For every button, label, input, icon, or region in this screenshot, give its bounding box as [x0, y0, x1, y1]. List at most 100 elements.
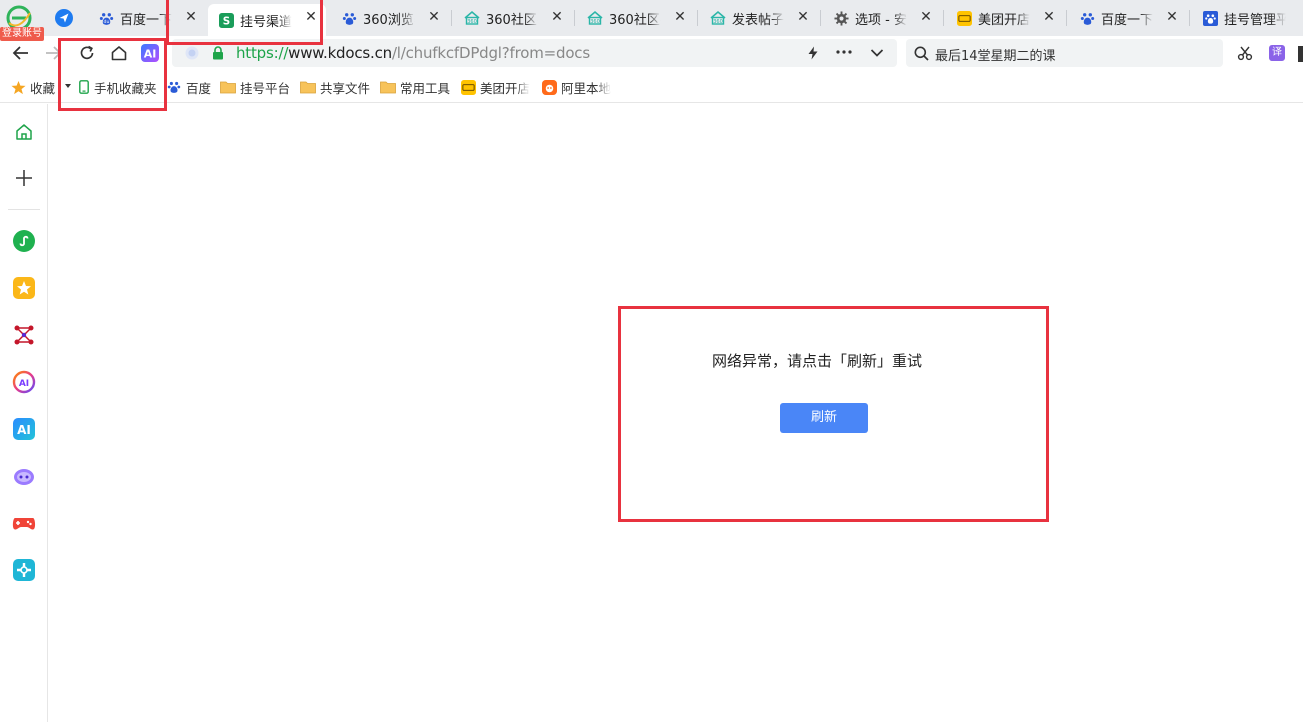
sidebar: AI AI	[0, 104, 48, 722]
tab-label: 发表帖子 -	[732, 12, 784, 28]
robot-icon	[14, 469, 34, 485]
baidu-paw-icon	[341, 10, 357, 26]
alibaba-icon	[541, 79, 557, 95]
sidebar-favorites[interactable]	[12, 276, 36, 300]
tab-360-community[interactable]: 360 360社区-3 ✕	[454, 4, 572, 32]
sidebar-tools[interactable]	[12, 558, 36, 582]
sidebar-add-button[interactable]	[12, 166, 36, 190]
360-community-icon: 360	[464, 10, 480, 26]
tab-label: 360社区-3	[609, 12, 661, 28]
arrow-left-icon	[12, 46, 28, 60]
bookmark-favorites[interactable]: 收藏	[10, 78, 55, 96]
close-icon[interactable]: ✕	[304, 10, 318, 24]
tab-360-browser[interactable]: 360浏览器 ✕	[331, 4, 449, 32]
tab-baidu[interactable]: du 百度一下 ✕	[88, 4, 206, 32]
sidebar-home-button[interactable]	[12, 120, 36, 144]
tab-separator	[451, 10, 452, 26]
tab-registration-admin[interactable]: 挂号管理平	[1192, 4, 1303, 32]
close-icon[interactable]: ✕	[673, 10, 687, 24]
site-globe-icon	[185, 46, 199, 60]
screenshot-button[interactable]	[1234, 42, 1256, 64]
home-icon	[111, 46, 127, 61]
lightning-icon[interactable]	[806, 46, 820, 60]
search-icon	[914, 46, 929, 61]
tab-label: 美团开店宝	[978, 12, 1030, 28]
url-path: /l/chufkcfDPdgl?from=docs	[391, 44, 590, 62]
tab-label: 挂号渠道账	[240, 14, 292, 30]
bookmark-folder-tools[interactable]: 常用工具	[380, 78, 450, 96]
svg-text:du: du	[103, 19, 109, 25]
sidebar-ai-chat[interactable]: AI	[12, 370, 36, 394]
page-content: 网络异常，请点击「刷新」重试 刷新	[48, 104, 1303, 722]
sidebar-mind-map[interactable]	[12, 323, 36, 347]
search-box[interactable]: 最后14堂星期二的课	[906, 39, 1223, 67]
home-icon	[16, 124, 32, 140]
svg-text:360: 360	[713, 19, 723, 25]
translate-button[interactable]: 译	[1266, 42, 1288, 64]
url-scheme: https://	[236, 44, 289, 62]
bookmark-baidu[interactable]: 百度	[166, 78, 211, 96]
svg-text:AI: AI	[144, 48, 157, 61]
forward-button[interactable]	[42, 42, 64, 64]
close-icon[interactable]: ✕	[1042, 10, 1056, 24]
caret-down-icon[interactable]	[65, 84, 71, 88]
tab-label: 百度一下,	[1101, 12, 1153, 28]
tab-meituan[interactable]: 美团开店宝 ✕	[946, 4, 1064, 32]
svg-text:AI: AI	[19, 379, 29, 389]
search-input-value[interactable]: 最后14堂星期二的课	[935, 45, 1056, 64]
close-icon[interactable]: ✕	[919, 10, 933, 24]
scissors-icon	[1237, 46, 1253, 61]
ai-assistant-button[interactable]: AI	[139, 42, 161, 64]
bookmark-label: 收藏	[30, 80, 56, 96]
ai-icon: AI	[141, 44, 159, 62]
tab-label: 360社区-3	[486, 12, 538, 28]
tab-separator	[943, 10, 944, 26]
meituan-icon	[956, 10, 972, 26]
address-bar[interactable]: https://www.kdocs.cn/l/chufkcfDPdgl?from…	[172, 39, 897, 67]
tab-separator	[574, 10, 575, 26]
close-icon[interactable]: ✕	[796, 10, 810, 24]
tab-separator	[1189, 10, 1190, 26]
tab-360-community-2[interactable]: 360 360社区-3 ✕	[577, 4, 695, 32]
url-text[interactable]: https://www.kdocs.cn/l/chufkcfDPdgl?from…	[236, 44, 590, 62]
login-account-badge[interactable]: 登录账号	[0, 27, 44, 41]
svg-text:360: 360	[467, 19, 477, 25]
tab-options-security[interactable]: 选项 - 安全 ✕	[823, 4, 941, 32]
close-icon[interactable]: ✕	[427, 10, 441, 24]
chevron-down-icon[interactable]	[870, 48, 884, 58]
folder-icon	[220, 79, 236, 95]
svg-text:AI: AI	[17, 423, 31, 437]
bookmark-label: 百度	[186, 80, 212, 96]
sidebar-ai-assistant[interactable]: AI	[12, 417, 36, 441]
bookmark-meituan[interactable]: 美团开店	[460, 78, 530, 96]
more-icon[interactable]	[836, 50, 852, 54]
bookmark-mobile-favorites[interactable]: 手机收藏夹	[78, 78, 157, 96]
bookmark-alibaba-local[interactable]: 阿里本地	[541, 78, 611, 96]
bookmark-folder-registration[interactable]: 挂号平台	[220, 78, 290, 96]
sidebar-games[interactable]	[12, 511, 36, 535]
back-button[interactable]	[10, 42, 32, 64]
mini-program-icon	[13, 230, 35, 252]
star-icon	[13, 277, 35, 299]
ai-icon: AI	[13, 418, 35, 440]
close-icon[interactable]: ✕	[550, 10, 564, 24]
bookmark-label: 常用工具	[400, 80, 451, 96]
home-button[interactable]	[108, 42, 130, 64]
tab-baidu-2[interactable]: 百度一下, ✕	[1069, 4, 1187, 32]
kdocs-sheet-icon: S	[218, 12, 234, 28]
sidebar-mini-program[interactable]	[12, 229, 36, 253]
close-icon[interactable]: ✕	[184, 10, 198, 24]
reload-button[interactable]	[76, 42, 98, 64]
gamepad-icon	[12, 518, 36, 530]
send-icon[interactable]	[52, 6, 76, 30]
bookmarks-bar: 收藏 手机收藏夹 百度 挂号平台 共享文件 常用工具 美团开店 阿里本地	[0, 70, 1303, 103]
close-icon[interactable]: ✕	[1165, 10, 1179, 24]
tab-kdocs-active[interactable]: S 挂号渠道账 ✕	[208, 4, 326, 36]
plus-icon	[16, 170, 32, 186]
sidebar-chatbot[interactable]	[12, 464, 36, 488]
bookmark-label: 美团开店	[480, 80, 531, 96]
refresh-button[interactable]: 刷新	[780, 403, 868, 433]
star-icon	[10, 79, 26, 95]
tab-post-thread[interactable]: 360 发表帖子 - ✕	[700, 4, 818, 32]
bookmark-folder-shared[interactable]: 共享文件	[300, 78, 370, 96]
